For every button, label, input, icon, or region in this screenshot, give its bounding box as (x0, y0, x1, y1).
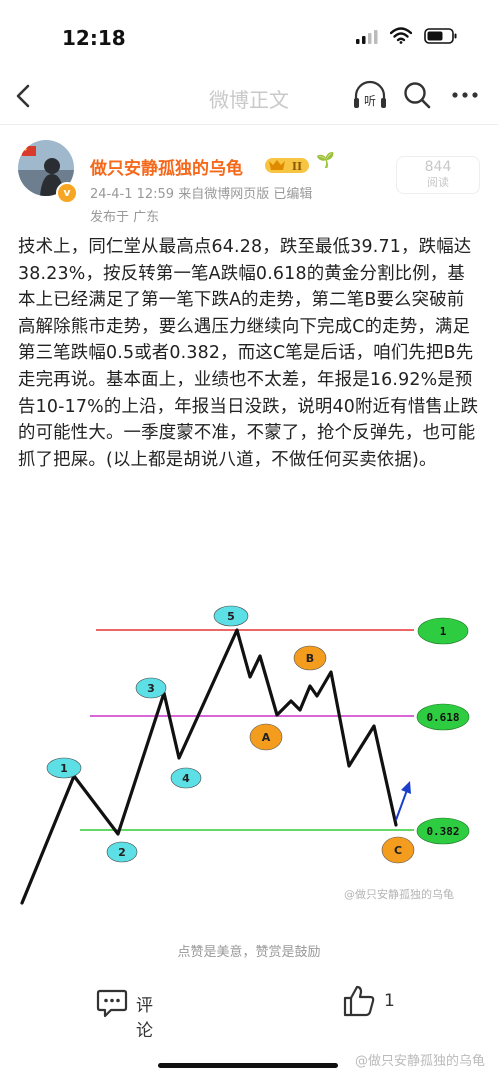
svg-text:A: A (262, 731, 271, 744)
level-label-1: 1 (417, 617, 469, 645)
verified-badge-icon: v (56, 182, 78, 204)
level-badge-label: II (292, 160, 302, 173)
post-location: 发布于 广东 (90, 210, 160, 225)
sprout-icon: 🌱 (316, 151, 335, 169)
reward-hint: 点赞是美意，赞赏是鼓励 (177, 945, 321, 960)
wave-label-a: A (249, 723, 283, 751)
author-name[interactable]: 做只安静孤独的乌龟 (90, 154, 243, 179)
more-options-icon[interactable] (450, 82, 480, 108)
svg-text:0.382: 0.382 (426, 825, 459, 838)
nav-divider (0, 124, 498, 125)
top-navigation: 微博正文 听 (0, 70, 498, 122)
thumbs-up-icon (343, 985, 375, 1017)
comment-icon (96, 989, 128, 1018)
read-label: 阅读 (427, 176, 449, 189)
member-crown-badge-icon: II (265, 158, 309, 173)
listen-headphones-icon[interactable]: 听 (352, 80, 388, 112)
svg-text:B: B (306, 652, 314, 665)
cellular-signal-icon (356, 30, 378, 44)
post-text: 技术上，同仁堂从最高点64.28，跌至最低39.71，跌幅达38.23%，按反转… (18, 237, 479, 470)
wave-label-1: 1 (46, 757, 82, 779)
svg-text:1: 1 (60, 762, 68, 775)
wave-label-3: 3 (135, 677, 167, 699)
post-image-chart[interactable]: 1 2 3 4 5 A B C 1 0.618 0.382 (18, 600, 478, 910)
svg-text:2: 2 (118, 846, 126, 859)
wave-label-5: 5 (213, 605, 249, 627)
wave-label-4: 4 (170, 767, 202, 789)
post-meta: 24-4-1 12:59 来自微博网页版 已编辑 (90, 187, 313, 202)
wifi-icon (390, 27, 412, 44)
battery-icon (424, 28, 457, 44)
svg-text:5: 5 (227, 610, 235, 623)
like-count: 1 (384, 991, 395, 1011)
listen-label: 听 (364, 94, 376, 108)
comment-label: 评论 (136, 996, 153, 1041)
svg-text:C: C (394, 844, 402, 857)
svg-text:3: 3 (147, 682, 155, 695)
page-watermark: @做只安静孤独的乌龟 (355, 1054, 486, 1069)
chart-svg: 1 2 3 4 5 A B C 1 0.618 0.382 (20, 605, 470, 905)
svg-text:0.618: 0.618 (426, 711, 459, 724)
status-time: 12:18 (62, 26, 126, 50)
level-label-0382: 0.382 (416, 817, 470, 845)
level-label-0618: 0.618 (416, 703, 470, 731)
up-arrow-line (395, 789, 408, 821)
search-icon[interactable] (402, 80, 432, 110)
home-indicator (158, 1063, 338, 1068)
wave-label-2: 2 (106, 841, 138, 863)
chart-watermark: @做只安静孤独的乌龟 (344, 888, 454, 901)
read-count-badge: 844 阅读 (396, 156, 480, 194)
wave-label-c: C (381, 836, 415, 864)
wave-label-b: B (293, 645, 327, 671)
read-count: 844 (424, 159, 452, 175)
svg-text:1: 1 (440, 625, 447, 638)
svg-text:4: 4 (182, 772, 190, 785)
status-bar: 12:18 (0, 0, 498, 70)
